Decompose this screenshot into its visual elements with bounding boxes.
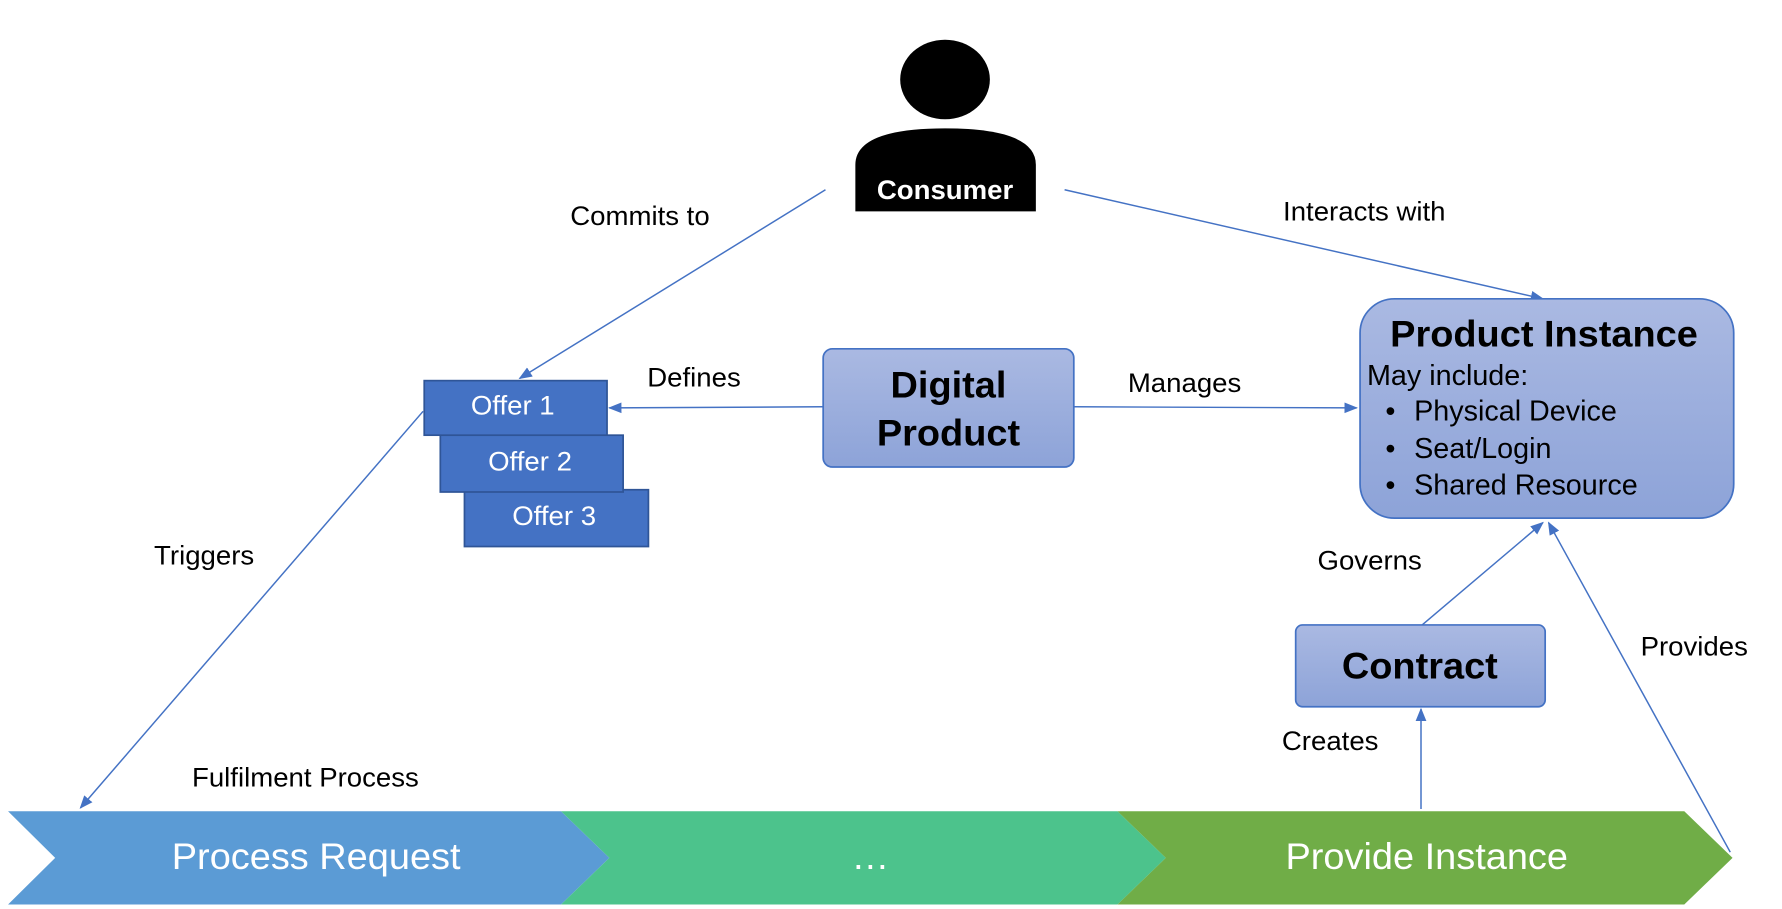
- product-instance-item: Seat/Login: [1414, 433, 1551, 465]
- contract-label: Contract: [1342, 645, 1498, 687]
- fulfilment-process: Process Request … Provide Instance: [8, 811, 1733, 905]
- product-instance-item: Shared Resource: [1414, 469, 1638, 501]
- connector-defines: [607, 402, 824, 414]
- connector-manages: [1073, 402, 1358, 414]
- connector-triggers: [79, 410, 424, 809]
- connector-governs: [1421, 521, 1544, 626]
- step-process-request-label: Process Request: [172, 835, 461, 877]
- offer-1-label: Offer 1: [471, 390, 555, 421]
- fulfilment-title: Fulfilment Process: [192, 761, 419, 792]
- offer-stack: Offer 1 Offer 2 Offer 3: [423, 379, 650, 548]
- label-creates: Creates: [1282, 725, 1379, 756]
- consumer-label: Consumer: [877, 174, 1014, 205]
- consumer-node: Consumer: [855, 39, 1036, 212]
- digital-product-diagram: Consumer Commits to Interacts with Defin…: [8, 39, 1748, 905]
- digital-product-line1: Digital: [891, 364, 1007, 406]
- bullet-icon: •: [1385, 396, 1395, 428]
- product-instance-title: Product Instance: [1390, 313, 1698, 355]
- label-provides: Provides: [1641, 631, 1748, 662]
- product-instance-subtitle: May include:: [1367, 360, 1528, 392]
- offer-2-label: Offer 2: [488, 446, 572, 477]
- label-commits-to: Commits to: [570, 200, 709, 231]
- offer-3-label: Offer 3: [512, 500, 596, 531]
- connector-provides: [1547, 521, 1731, 853]
- bullet-icon: •: [1385, 469, 1395, 501]
- contract-node: Contract: [1294, 624, 1547, 708]
- step-provide-instance-label: Provide Instance: [1286, 835, 1568, 877]
- person-icon: [900, 39, 990, 120]
- label-governs: Governs: [1318, 544, 1422, 575]
- step-ellipsis-label: …: [851, 835, 889, 877]
- digital-product-line2: Product: [877, 412, 1021, 454]
- bullet-icon: •: [1385, 433, 1395, 465]
- product-instance-node: Product Instance May include: • Physical…: [1359, 297, 1735, 519]
- label-triggers: Triggers: [154, 540, 254, 571]
- digital-product-node: Digital Product: [822, 347, 1075, 468]
- product-instance-item: Physical Device: [1414, 396, 1617, 428]
- label-manages: Manages: [1128, 367, 1241, 398]
- label-interacts-with: Interacts with: [1283, 196, 1445, 227]
- label-defines: Defines: [647, 361, 741, 392]
